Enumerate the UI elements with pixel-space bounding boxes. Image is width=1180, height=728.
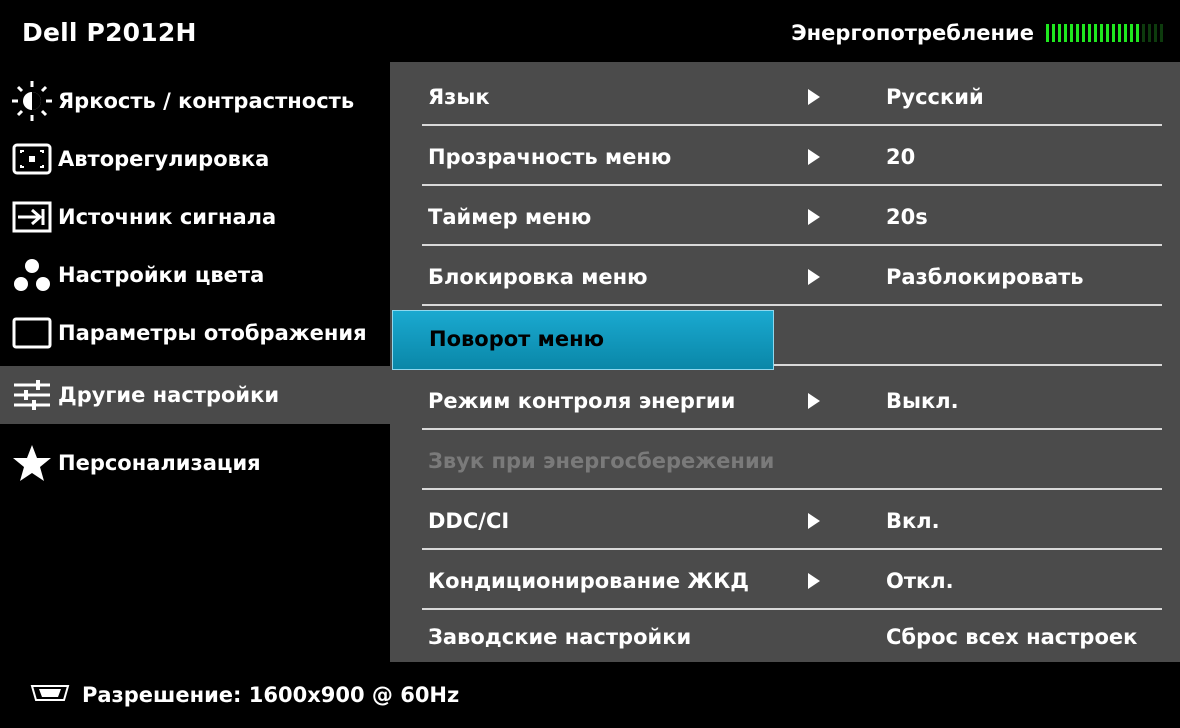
color-settings-icon <box>6 246 58 304</box>
energy-indicator: Энергопотребление <box>791 20 1166 46</box>
setting-label: Режим контроля энергии <box>428 389 736 413</box>
osd-footer: Разрешение: 1600x900 @ 60Hz <box>0 662 1180 728</box>
divider <box>422 184 1162 186</box>
arrow-right-icon <box>808 269 820 285</box>
menu-item-other-settings[interactable]: Другие настройки <box>0 366 390 424</box>
menu-item-auto-adjust[interactable]: Авторегулировка <box>0 130 390 188</box>
energy-meter-segment <box>1154 24 1157 42</box>
energy-meter-segment <box>1112 24 1115 42</box>
divider <box>422 548 1162 550</box>
main-menu: Яркость / контрастность Авторегулировка <box>0 62 390 662</box>
setting-label: Язык <box>428 85 490 109</box>
star-icon <box>6 434 58 492</box>
energy-meter-segment <box>1130 24 1133 42</box>
vga-connector-icon <box>30 683 70 707</box>
setting-value: Разблокировать <box>886 265 1084 289</box>
energy-meter-segment <box>1100 24 1103 42</box>
setting-row-menu-timer[interactable]: Таймер меню 20s <box>390 188 1180 246</box>
resolution-info: Разрешение: 1600x900 @ 60Hz <box>82 683 460 707</box>
divider <box>422 304 1162 306</box>
input-source-icon <box>6 188 58 246</box>
menu-item-color-settings[interactable]: Настройки цвета <box>0 246 390 304</box>
setting-row-lcd-conditioning[interactable]: Кондиционирование ЖКД Откл. <box>390 552 1180 610</box>
energy-meter-segment <box>1142 24 1145 42</box>
setting-label: DDC/CI <box>428 509 510 533</box>
menu-item-label: Авторегулировка <box>58 147 270 171</box>
energy-meter-segment <box>1118 24 1121 42</box>
divider <box>422 124 1162 126</box>
setting-row-factory-reset[interactable]: Заводские настройки Сброс всех настроек <box>390 608 1180 666</box>
osd-header: Dell P2012H Энергопотребление <box>0 0 1180 62</box>
menu-item-label: Персонализация <box>58 451 261 475</box>
menu-item-label: Другие настройки <box>58 383 280 407</box>
menu-item-label: Настройки цвета <box>58 263 265 287</box>
energy-meter-segment <box>1058 24 1061 42</box>
divider <box>422 428 1162 430</box>
energy-meter-segment <box>1076 24 1079 42</box>
setting-value: Вкл. <box>886 509 940 533</box>
setting-label: Прозрачность меню <box>428 145 672 169</box>
arrow-right-icon <box>808 149 820 165</box>
energy-meter-segment <box>1106 24 1109 42</box>
energy-label: Энергопотребление <box>791 21 1034 45</box>
arrow-right-icon <box>808 573 820 589</box>
menu-rotation-selected[interactable]: Поворот меню <box>392 310 774 370</box>
menu-item-label: Параметры отображения <box>58 321 367 345</box>
menu-item-label: Яркость / контрастность <box>58 89 355 113</box>
setting-value: Русский <box>886 85 984 109</box>
energy-meter-segment <box>1070 24 1073 42</box>
menu-item-personalize[interactable]: Персонализация <box>0 434 390 492</box>
setting-label: Кондиционирование ЖКД <box>428 569 749 593</box>
setting-row-ddc-ci[interactable]: DDC/CI Вкл. <box>390 492 1180 550</box>
arrow-right-icon <box>808 209 820 225</box>
energy-meter-segment <box>1160 24 1163 42</box>
divider <box>422 244 1162 246</box>
menu-item-brightness-contrast[interactable]: Яркость / контрастность <box>0 72 390 130</box>
energy-meter-segment <box>1064 24 1067 42</box>
settings-panel: Язык Русский Прозрачность меню 20 Таймер… <box>390 62 1180 662</box>
energy-meter <box>1046 24 1166 42</box>
setting-value: Сброс всех настроек <box>886 625 1138 649</box>
monitor-title: Dell P2012H <box>22 18 197 47</box>
brightness-icon <box>6 72 58 130</box>
setting-row-power-save-audio: Звук при энергосбережении <box>390 432 1180 490</box>
energy-meter-segment <box>1136 24 1139 42</box>
menu-item-label: Источник сигнала <box>58 205 277 229</box>
arrow-right-icon <box>808 513 820 529</box>
setting-label: Заводские настройки <box>428 625 692 649</box>
menu-item-display-settings[interactable]: Параметры отображения <box>0 304 390 362</box>
energy-meter-segment <box>1094 24 1097 42</box>
energy-meter-segment <box>1148 24 1151 42</box>
energy-meter-segment <box>1046 24 1049 42</box>
divider <box>422 488 1162 490</box>
display-settings-icon <box>6 304 58 362</box>
setting-row-menu-lock[interactable]: Блокировка меню Разблокировать <box>390 248 1180 306</box>
arrow-right-icon <box>808 393 820 409</box>
energy-meter-segment <box>1082 24 1085 42</box>
setting-value: Откл. <box>886 569 954 593</box>
setting-label: Блокировка меню <box>428 265 648 289</box>
setting-label: Таймер меню <box>428 205 592 229</box>
arrow-right-icon <box>808 89 820 105</box>
setting-value: 20s <box>886 205 928 229</box>
setting-label: Звук при энергосбережении <box>428 449 775 473</box>
menu-item-input-source[interactable]: Источник сигнала <box>0 188 390 246</box>
setting-row-language[interactable]: Язык Русский <box>390 68 1180 126</box>
setting-value: Выкл. <box>886 389 959 413</box>
energy-meter-segment <box>1124 24 1127 42</box>
setting-row-energy-mode[interactable]: Режим контроля энергии Выкл. <box>390 372 1180 430</box>
energy-meter-segment <box>1088 24 1091 42</box>
setting-value: 20 <box>886 145 916 169</box>
setting-label: Поворот меню <box>429 327 604 351</box>
energy-meter-segment <box>1052 24 1055 42</box>
sliders-icon <box>6 366 58 424</box>
setting-row-menu-transparency[interactable]: Прозрачность меню 20 <box>390 128 1180 186</box>
auto-adjust-icon <box>6 130 58 188</box>
